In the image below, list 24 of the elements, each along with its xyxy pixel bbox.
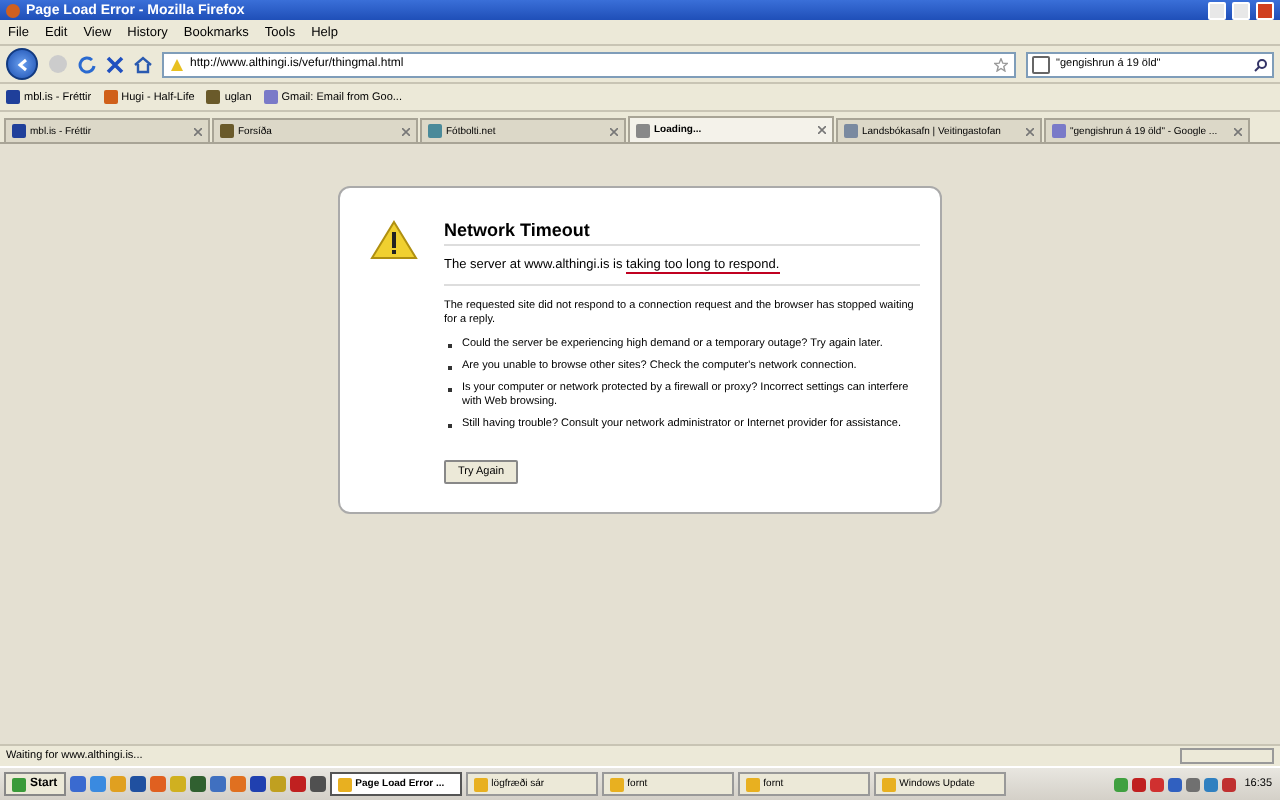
app-icon xyxy=(609,777,624,791)
close-icon[interactable] xyxy=(1026,127,1034,135)
close-button[interactable] xyxy=(1256,1,1274,19)
back-button[interactable] xyxy=(6,48,38,80)
stop-icon[interactable] xyxy=(106,55,124,73)
warning-icon xyxy=(370,220,418,260)
minimize-button[interactable] xyxy=(1208,1,1226,19)
app-icon xyxy=(881,777,896,791)
app-icon xyxy=(337,777,352,791)
close-icon[interactable] xyxy=(402,127,410,135)
error-title: Network Timeout xyxy=(444,220,920,246)
warning-icon xyxy=(170,57,184,71)
app-icon xyxy=(473,777,488,791)
close-icon[interactable] xyxy=(1234,127,1242,135)
close-icon[interactable] xyxy=(818,126,826,134)
maximize-button[interactable] xyxy=(1232,1,1250,19)
reload-icon[interactable] xyxy=(78,55,96,73)
close-icon[interactable] xyxy=(610,127,618,135)
close-icon[interactable] xyxy=(194,127,202,135)
search-icon[interactable] xyxy=(1254,57,1268,71)
home-icon[interactable] xyxy=(134,55,152,73)
progress-panel xyxy=(1180,748,1274,764)
star-icon[interactable] xyxy=(994,57,1008,71)
app-icon xyxy=(745,777,760,791)
